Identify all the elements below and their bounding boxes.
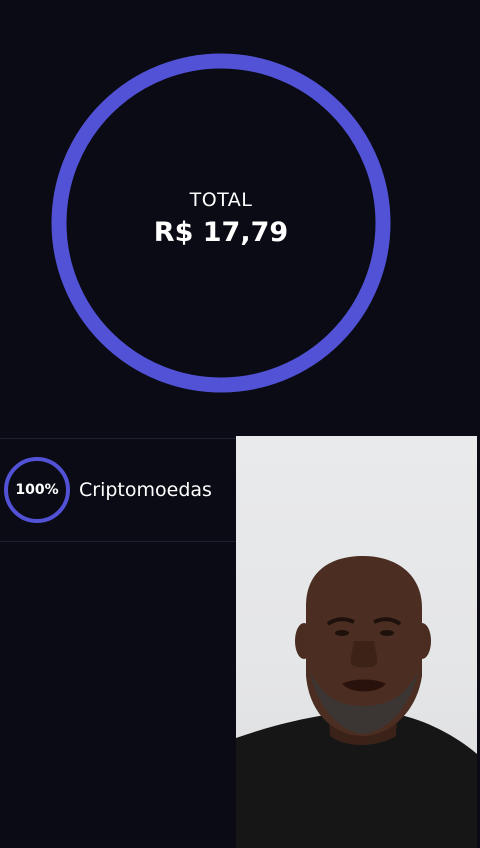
donut-center: TOTAL R$ 17,79 — [50, 52, 392, 394]
divider — [0, 541, 236, 542]
percent-ring: 100% — [3, 456, 71, 524]
total-value: R$ 17,79 — [153, 216, 289, 248]
percent-label: 100% — [15, 482, 59, 498]
category-label: Criptomoedas — [79, 479, 212, 501]
person-figure — [236, 556, 477, 848]
total-donut-chart: TOTAL R$ 17,79 — [50, 52, 392, 394]
webcam-video-overlay — [236, 436, 477, 848]
allocation-item-criptomoedas[interactable]: 100% Criptomoedas — [0, 439, 236, 541]
portfolio-screen: TOTAL R$ 17,79 100% Criptomoedas — [0, 0, 480, 848]
total-label: TOTAL — [189, 188, 253, 211]
